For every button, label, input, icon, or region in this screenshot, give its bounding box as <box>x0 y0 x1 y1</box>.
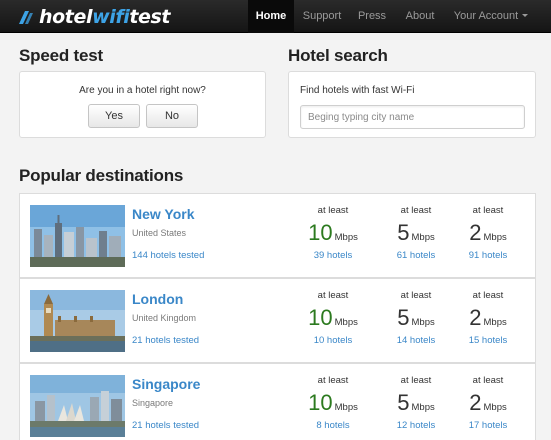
destination-row-singapore[interactable]: Singapore Singapore 21 hotels tested at … <box>19 363 536 440</box>
country-name: United States <box>132 228 187 238</box>
country-name: United Kingdom <box>132 313 197 323</box>
destination-row-new-york[interactable]: New York United States 144 hotels tested… <box>19 193 536 278</box>
at-least-label: at least <box>317 375 349 386</box>
nav-home[interactable]: Home <box>248 0 294 33</box>
hotel-search-heading: Hotel search <box>288 46 388 65</box>
speed-unit: Mbps <box>483 402 507 413</box>
speed-tier-2: at least 2 Mbps 91 hotels <box>458 205 518 261</box>
new-york-photo[interactable] <box>30 205 125 267</box>
city-name[interactable]: New York <box>132 206 195 222</box>
at-least-label: at least <box>400 290 432 301</box>
nav-about[interactable]: About <box>399 0 441 33</box>
speed-value: 2 <box>469 390 482 415</box>
country-name: Singapore <box>132 398 174 408</box>
speed-test-panel: Are you in a hotel right now? Yes No <box>19 71 266 138</box>
hotel-count-link[interactable]: 61 hotels <box>386 250 446 261</box>
at-least-label: at least <box>472 375 504 386</box>
nav-press[interactable]: Press <box>352 0 392 33</box>
speed-tier-5: at least 5 Mbps 61 hotels <box>386 205 446 261</box>
speed-tier-10: at least 10 Mbps 8 hotels <box>303 375 363 431</box>
speed-unit: Mbps <box>334 317 358 328</box>
caret-down-icon <box>522 14 529 18</box>
speed-test-heading: Speed test <box>19 46 103 65</box>
city-search-input[interactable] <box>300 105 525 129</box>
singapore-photo[interactable] <box>30 375 125 437</box>
speed-unit: Mbps <box>483 232 507 243</box>
speed-value: 10 <box>308 390 333 415</box>
speed-value: 2 <box>469 220 482 245</box>
at-least-label: at least <box>317 205 349 216</box>
nav-account-dropdown[interactable]: Your Account <box>449 0 533 33</box>
at-least-label: at least <box>400 205 432 216</box>
hotel-count-link[interactable]: 8 hotels <box>303 420 363 431</box>
speed-value: 5 <box>397 390 410 415</box>
hotel-count-link[interactable]: 12 hotels <box>386 420 446 431</box>
speed-tier-2: at least 2 Mbps 15 hotels <box>458 290 518 346</box>
speed-tier-5: at least 5 Mbps 14 hotels <box>386 290 446 346</box>
hotel-count-link[interactable]: 10 hotels <box>303 335 363 346</box>
hotel-search-label: Find hotels with fast Wi-Fi <box>300 85 415 96</box>
at-least-label: at least <box>472 205 504 216</box>
hotels-tested-link[interactable]: 21 hotels tested <box>132 335 199 346</box>
speed-test-question: Are you in a hotel right now? <box>79 85 206 96</box>
hotel-count-link[interactable]: 15 hotels <box>458 335 518 346</box>
speed-unit: Mbps <box>411 317 435 328</box>
wifi-signal-icon <box>19 11 33 24</box>
yes-button[interactable]: Yes <box>88 104 140 128</box>
speed-unit: Mbps <box>334 232 358 243</box>
city-name[interactable]: London <box>132 291 183 307</box>
at-least-label: at least <box>472 290 504 301</box>
speed-value: 10 <box>308 220 333 245</box>
destination-row-london[interactable]: London United Kingdom 21 hotels tested a… <box>19 278 536 363</box>
speed-unit: Mbps <box>411 402 435 413</box>
hotel-count-link[interactable]: 91 hotels <box>458 250 518 261</box>
top-navbar: hotelwifitest Home Support Press About Y… <box>0 0 551 33</box>
hotel-search-panel: Find hotels with fast Wi-Fi <box>288 71 536 138</box>
speed-value: 2 <box>469 305 482 330</box>
hotels-tested-link[interactable]: 144 hotels tested <box>132 250 204 261</box>
at-least-label: at least <box>400 375 432 386</box>
speed-tier-5: at least 5 Mbps 12 hotels <box>386 375 446 431</box>
speed-unit: Mbps <box>411 232 435 243</box>
speed-tier-10: at least 10 Mbps 39 hotels <box>303 205 363 261</box>
brand-wordmark: hotelwifitest <box>39 6 171 28</box>
speed-value: 5 <box>397 220 410 245</box>
nav-support[interactable]: Support <box>298 0 346 33</box>
speed-tier-2: at least 2 Mbps 17 hotels <box>458 375 518 431</box>
hotel-count-link[interactable]: 39 hotels <box>303 250 363 261</box>
london-photo[interactable] <box>30 290 125 352</box>
speed-tier-10: at least 10 Mbps 10 hotels <box>303 290 363 346</box>
speed-value: 5 <box>397 305 410 330</box>
speed-value: 10 <box>308 305 333 330</box>
speed-unit: Mbps <box>483 317 507 328</box>
popular-destinations-heading: Popular destinations <box>19 166 184 185</box>
no-button[interactable]: No <box>146 104 198 128</box>
speed-unit: Mbps <box>334 402 358 413</box>
at-least-label: at least <box>317 290 349 301</box>
hotel-count-link[interactable]: 14 hotels <box>386 335 446 346</box>
city-name[interactable]: Singapore <box>132 376 200 392</box>
brand-logo[interactable]: hotelwifitest <box>17 5 170 29</box>
hotels-tested-link[interactable]: 21 hotels tested <box>132 420 199 431</box>
hotel-count-link[interactable]: 17 hotels <box>458 420 518 431</box>
